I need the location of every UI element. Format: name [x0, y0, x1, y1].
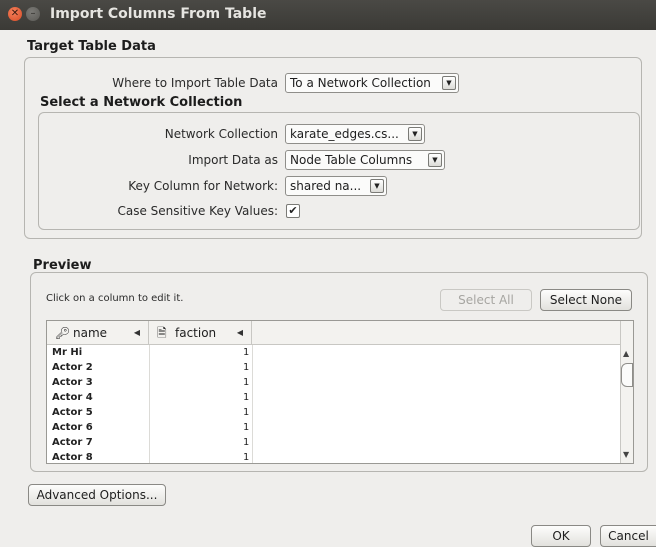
scrollbar-thumb[interactable]	[621, 363, 633, 387]
table-row[interactable]: Actor 3 1	[47, 377, 252, 392]
table-rows: Mr Hi 1 Actor 2 1 Actor 3 1 Actor 4 1 Actor …	[47, 347, 252, 463]
column-header-faction[interactable]: 🗎 faction ◀	[149, 321, 252, 345]
network-collection-combo[interactable]: karate_edges.cs... ▼	[285, 124, 425, 144]
close-icon[interactable]: ✕	[8, 7, 22, 21]
advanced-options-button[interactable]: Advanced Options...	[28, 484, 166, 506]
select-none-button[interactable]: Select None	[540, 289, 632, 311]
cell-faction: 1	[242, 347, 249, 358]
cancel-button[interactable]: Cancel	[600, 525, 656, 547]
key-column-label: Key Column for Network:	[128, 179, 278, 193]
cell-faction: 1	[242, 422, 249, 433]
cell-faction: 1	[242, 392, 249, 403]
table-row[interactable]: Actor 8 1	[47, 452, 252, 463]
cell-name: Actor 2	[52, 362, 93, 373]
cell-name: Actor 4	[52, 392, 93, 403]
sort-arrow-icon[interactable]: ◀	[134, 321, 140, 345]
cell-name: Actor 7	[52, 437, 93, 448]
cell-name: Actor 6	[52, 422, 93, 433]
import-data-as-combo[interactable]: Node Table Columns ▼	[285, 150, 445, 170]
key-column-value: shared na...	[290, 179, 362, 193]
chevron-down-icon[interactable]: ▼	[408, 127, 422, 141]
cell-name: Mr Hi	[52, 347, 83, 358]
preview-table: 🔑︎ name ◀ 🗎 faction ◀ Mr Hi 1 Actor 2 1 Ac…	[46, 320, 634, 464]
where-import-combo[interactable]: To a Network Collection ▼	[285, 73, 459, 93]
vertical-scrollbar[interactable]: ▲ ▼	[620, 321, 633, 463]
cell-faction: 1	[242, 437, 249, 448]
key-column-combo[interactable]: shared na... ▼	[285, 176, 387, 196]
chevron-down-icon[interactable]: ▼	[442, 76, 456, 90]
table-row[interactable]: Actor 2 1	[47, 362, 252, 377]
preview-hint: Click on a column to edit it.	[46, 293, 184, 304]
target-table-data-title: Target Table Data	[27, 39, 156, 54]
checkmark-icon: ✔	[288, 204, 298, 217]
select-network-collection-title: Select a Network Collection	[40, 95, 243, 110]
cell-faction: 1	[242, 362, 249, 373]
scroll-down-icon[interactable]: ▼	[623, 450, 629, 459]
where-import-value: To a Network Collection	[290, 76, 431, 90]
table-row[interactable]: Mr Hi 1	[47, 347, 252, 362]
table-row[interactable]: Actor 6 1	[47, 422, 252, 437]
cell-faction: 1	[242, 452, 249, 463]
table-header: 🔑︎ name ◀ 🗎 faction ◀	[47, 321, 622, 345]
chevron-down-icon[interactable]: ▼	[370, 179, 384, 193]
table-row[interactable]: Actor 7 1	[47, 437, 252, 452]
cell-name: Actor 5	[52, 407, 93, 418]
preview-title: Preview	[33, 258, 92, 273]
column-header-label: name	[73, 326, 108, 340]
column-header-name[interactable]: 🔑︎ name ◀	[47, 321, 149, 345]
minimize-icon[interactable]: –	[26, 7, 40, 21]
where-import-label: Where to Import Table Data	[112, 76, 278, 90]
window-titlebar: ✕ – Import Columns From Table	[0, 0, 656, 30]
import-data-as-label: Import Data as	[188, 153, 278, 167]
select-all-button[interactable]: Select All	[440, 289, 532, 311]
cell-name: Actor 3	[52, 377, 93, 388]
network-collection-value: karate_edges.cs...	[290, 127, 399, 141]
case-sensitive-label: Case Sensitive Key Values:	[117, 204, 278, 218]
scroll-up-icon[interactable]: ▲	[623, 349, 629, 358]
import-data-as-value: Node Table Columns	[290, 153, 413, 167]
window-title: Import Columns From Table	[50, 6, 267, 22]
column-divider	[252, 345, 253, 463]
key-icon: 🔑︎	[55, 326, 71, 340]
cell-name: Actor 8	[52, 452, 93, 463]
case-sensitive-checkbox[interactable]: ✔	[286, 204, 300, 218]
document-icon: 🗎	[157, 326, 167, 340]
sort-arrow-icon[interactable]: ◀	[237, 321, 243, 345]
chevron-down-icon[interactable]: ▼	[428, 153, 442, 167]
cell-faction: 1	[242, 377, 249, 388]
table-row[interactable]: Actor 4 1	[47, 392, 252, 407]
cell-faction: 1	[242, 407, 249, 418]
column-header-label: faction	[175, 326, 217, 340]
ok-button[interactable]: OK	[531, 525, 591, 547]
network-collection-label: Network Collection	[164, 127, 278, 141]
table-row[interactable]: Actor 5 1	[47, 407, 252, 422]
